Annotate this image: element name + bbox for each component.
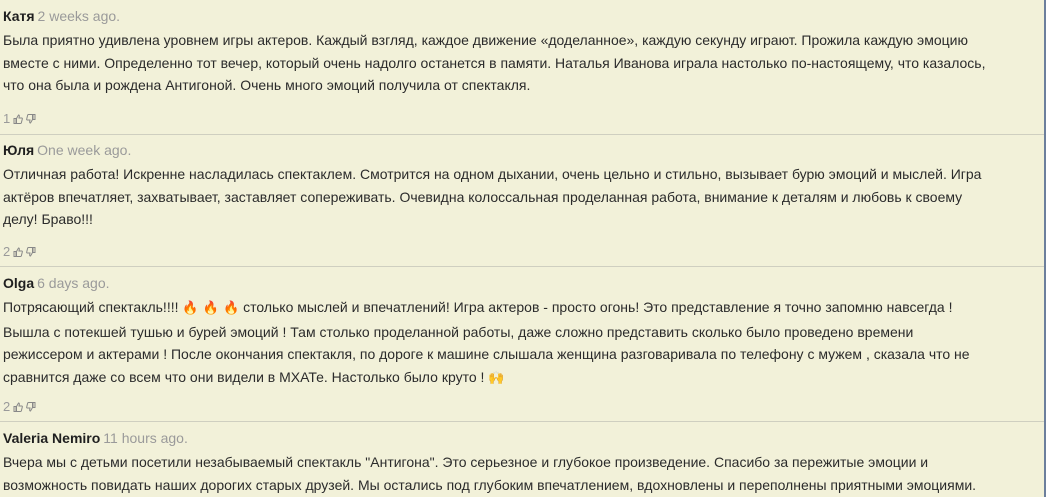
comment-time: 2 weeks ago.	[37, 8, 121, 24]
comment-divider	[0, 266, 1044, 267]
comment-text-line: сравнится даже со всем что они видели в …	[3, 366, 1038, 391]
comment-text-line: Была приятно удивлена уровнем игры актер…	[3, 32, 968, 48]
comments-list: Катя 2 weeks ago. Была приятно удивлена у…	[0, 0, 1046, 497]
comment-text-line: что она была и рождена Антигоной. Очень …	[3, 77, 531, 93]
comment-text-line: Отличная работа! Искренне насладилась сп…	[3, 166, 982, 182]
comment-header: Катя 2 weeks ago.	[3, 8, 1038, 25]
comment-item: Valeria Nemiro 11 hours ago. Вчера мы с д…	[0, 430, 1044, 496]
comment-item: Olga 6 days ago. Потрясающий спектакль!!!…	[0, 275, 1044, 390]
comment-text: Была приятно удивлена уровнем игры актер…	[3, 29, 1038, 97]
comment-divider	[0, 421, 1044, 422]
comment-votes: 2	[3, 244, 36, 259]
comment-header: Valeria Nemiro 11 hours ago.	[3, 430, 1038, 447]
comment-text-fragment: сравнится даже со всем что они видели в …	[3, 368, 489, 385]
comment-item: Катя 2 weeks ago. Была приятно удивлена у…	[0, 8, 1044, 97]
comment-author: Valeria Nemiro	[3, 430, 101, 446]
thumbs-down-icon[interactable]	[26, 401, 36, 412]
raising-hands-emoji-icon: 🙌	[488, 370, 505, 386]
comment-text-line: Потрясающий спектакль!!!! 🔥 🔥 🔥 столько …	[3, 296, 1038, 321]
thumbs-up-icon[interactable]	[13, 113, 24, 124]
thumbs-up-icon[interactable]	[13, 246, 24, 257]
comment-text-line: вместе с ними. Определенно тот вечер, ко…	[3, 54, 986, 71]
comment-votes: 1	[3, 111, 36, 126]
comment-author: Катя	[3, 8, 35, 24]
comment-time: 6 days ago.	[37, 275, 110, 291]
comment-votes: 2	[3, 399, 36, 414]
thumbs-down-icon[interactable]	[26, 246, 36, 257]
comment-text-line: актёров впечатляет, захватывает, заставл…	[3, 188, 963, 205]
comment-text-line: возможность повидать наших дорогих стары…	[3, 476, 977, 493]
comment-text: Потрясающий спектакль!!!! 🔥 🔥 🔥 столько …	[3, 296, 1038, 390]
comment-header: Юля One week ago.	[3, 142, 1038, 159]
comment-text: Вчера мы с детьми посетили незабываемый …	[3, 451, 1038, 496]
comment-item: Юля One week ago. Отличная работа! Искрен…	[0, 142, 1044, 231]
like-count: 2	[3, 399, 11, 414]
comment-text-fragment: Потрясающий спектакль!!!!	[3, 299, 183, 315]
comment-time: One week ago.	[37, 142, 132, 158]
comment-text-line: Вчера мы с детьми посетили незабываемый …	[3, 454, 929, 470]
comment-time: 11 hours ago.	[103, 430, 188, 446]
comment-text-line: режиссером и актерами ! После окончания …	[3, 346, 970, 362]
thumbs-down-icon[interactable]	[26, 113, 36, 124]
comment-text: Отличная работа! Искренне насладилась сп…	[3, 163, 1038, 231]
like-count: 2	[3, 244, 11, 259]
like-count: 1	[3, 111, 11, 126]
comment-text-line: делу! Браво!!!	[3, 211, 93, 227]
thumbs-up-icon[interactable]	[13, 401, 24, 412]
comment-text-line: Вышла с потекшей тушью и бурей эмоций ! …	[3, 323, 914, 340]
comment-text-fragment: столько мыслей и впечатлений! Игра актер…	[239, 299, 953, 315]
fire-emoji-icon: 🔥 🔥 🔥	[182, 301, 240, 316]
comment-divider	[0, 134, 1044, 135]
comment-author: Юля	[3, 142, 35, 158]
comment-author: Olga	[3, 275, 35, 291]
comment-header: Olga 6 days ago.	[3, 275, 1038, 292]
